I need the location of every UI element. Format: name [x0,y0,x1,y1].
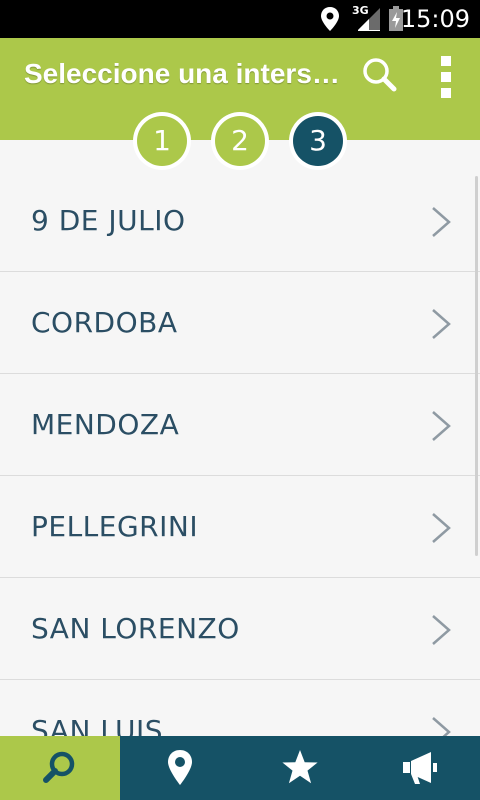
scrollbar[interactable] [475,176,478,556]
list-item-label: SAN LUIS [31,714,164,736]
bottom-nav [0,736,480,800]
chevron-right-icon [432,309,451,339]
list-item[interactable]: CORDOBA [0,272,480,374]
map-pin-icon [168,750,192,785]
step-1[interactable]: 1 [133,112,191,170]
star-icon [282,750,318,784]
step-number: 1 [137,116,187,166]
page-title: Seleccione una inters… [24,58,340,89]
overflow-menu-button[interactable] [428,52,464,102]
step-number: 3 [293,116,343,166]
nav-favorites-button[interactable] [240,736,360,800]
list-item-label: CORDOBA [31,306,178,339]
step-3[interactable]: 3 [289,112,347,170]
search-button[interactable] [358,54,402,98]
step-2[interactable]: 2 [211,112,269,170]
nav-search-button[interactable] [0,736,120,800]
status-time: 15:09 [400,5,470,33]
list-item[interactable]: MENDOZA [0,374,480,476]
intersection-list[interactable]: 9 DE JULIO CORDOBA MENDOZA PELLEGRINI SA… [0,170,480,736]
location-icon [321,7,339,31]
list-item-label: SAN LORENZO [31,612,240,645]
app-screen: 3G 15:09 Seleccione una inters… 9 DE JUL… [0,0,480,800]
step-indicator: 1 2 3 [0,112,480,170]
nav-announcements-button[interactable] [360,736,480,800]
list-item[interactable]: 9 DE JULIO [0,170,480,272]
chevron-right-icon [432,615,451,645]
nav-map-button[interactable] [120,736,240,800]
list-item[interactable]: SAN LUIS [0,680,480,736]
overflow-menu-icon [441,56,451,98]
list-item[interactable]: SAN LORENZO [0,578,480,680]
step-number: 2 [215,116,265,166]
list-item-label: PELLEGRINI [31,510,199,543]
search-icon [43,751,75,783]
chevron-right-icon [432,207,451,237]
status-bar: 3G 15:09 [0,0,480,38]
list-item[interactable]: PELLEGRINI [0,476,480,578]
signal-icon [358,8,380,31]
chevron-right-icon [432,717,451,736]
megaphone-icon [403,752,437,784]
list-item-label: MENDOZA [31,408,180,441]
list-item-label: 9 DE JULIO [31,204,186,237]
chevron-right-icon [432,513,451,543]
chevron-right-icon [432,411,451,441]
search-icon [363,58,397,92]
